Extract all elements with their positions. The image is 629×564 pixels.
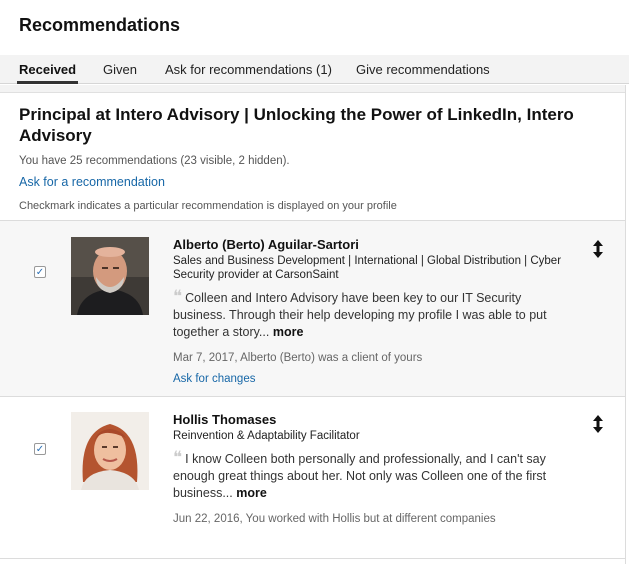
card-top-edge <box>0 85 625 93</box>
tab-bar: Received Given Ask for recommendations (… <box>0 55 629 84</box>
recommendation-item: ✓ Hollis Thomases Reinvention & Adaptabi… <box>0 396 625 558</box>
recommendation-item: ✓ Alberto (Berto) Aguilar-Sartori Sales … <box>0 220 625 396</box>
quote-text: I know Colleen both personally and profe… <box>173 452 547 500</box>
recommendation-quote: ❝ I know Colleen both personally and prof… <box>173 450 573 502</box>
ask-for-changes-link[interactable]: Ask for changes <box>173 373 255 385</box>
quote-text: Colleen and Intero Advisory have been ke… <box>173 291 547 339</box>
more-link[interactable]: more <box>273 325 304 339</box>
card-right-border <box>625 85 626 564</box>
recommendation-quote: ❝ Colleen and Intero Advisory have been k… <box>173 289 573 341</box>
recommendations-summary: Principal at Intero Advisory | Unlocking… <box>19 104 619 212</box>
reorder-arrows-icon[interactable] <box>592 415 604 433</box>
avatar[interactable] <box>71 237 149 315</box>
quote-icon: ❝ <box>173 287 183 307</box>
tab-give-recommendations[interactable]: Give recommendations <box>356 62 490 77</box>
tab-ask-for-recommendations[interactable]: Ask for recommendations (1) <box>165 62 332 77</box>
quote-icon: ❝ <box>173 448 183 468</box>
recommendation-date-relation: Jun 22, 2016, You worked with Hollis but… <box>173 513 496 525</box>
tab-given[interactable]: Given <box>103 62 137 77</box>
display-checkbox[interactable]: ✓ <box>34 266 46 278</box>
recommendation-content: Hollis Thomases Reinvention & Adaptabili… <box>173 412 573 525</box>
avatar[interactable] <box>71 412 149 490</box>
ask-for-recommendation-link[interactable]: Ask for a recommendation <box>19 175 165 189</box>
avatar-photo-alberto <box>71 237 149 315</box>
reorder-arrows-icon[interactable] <box>592 240 604 258</box>
page-title: Recommendations <box>19 15 181 35</box>
recommender-headline: Reinvention & Adaptability Facilitator <box>173 430 360 442</box>
recommendation-date-relation: Mar 7, 2017, Alberto (Berto) was a clien… <box>173 352 423 364</box>
display-checkbox[interactable]: ✓ <box>34 443 46 455</box>
page-header: Recommendations <box>0 0 629 55</box>
recommender-name[interactable]: Alberto (Berto) Aguilar-Sartori <box>173 237 573 252</box>
more-link[interactable]: more <box>236 486 267 500</box>
avatar-photo-hollis <box>71 412 149 490</box>
recommender-name[interactable]: Hollis Thomases <box>173 412 573 427</box>
checkmark-note: Checkmark indicates a particular recomme… <box>19 200 397 212</box>
recommender-headline: Sales and Business Development | Interna… <box>173 255 562 281</box>
position-title: Principal at Intero Advisory | Unlocking… <box>19 105 574 145</box>
recommendation-content: Alberto (Berto) Aguilar-Sartori Sales an… <box>173 237 573 387</box>
tab-received[interactable]: Received <box>16 62 79 84</box>
recommendation-count: You have 25 recommendations (23 visible,… <box>19 155 290 167</box>
list-bottom-divider <box>0 558 625 559</box>
